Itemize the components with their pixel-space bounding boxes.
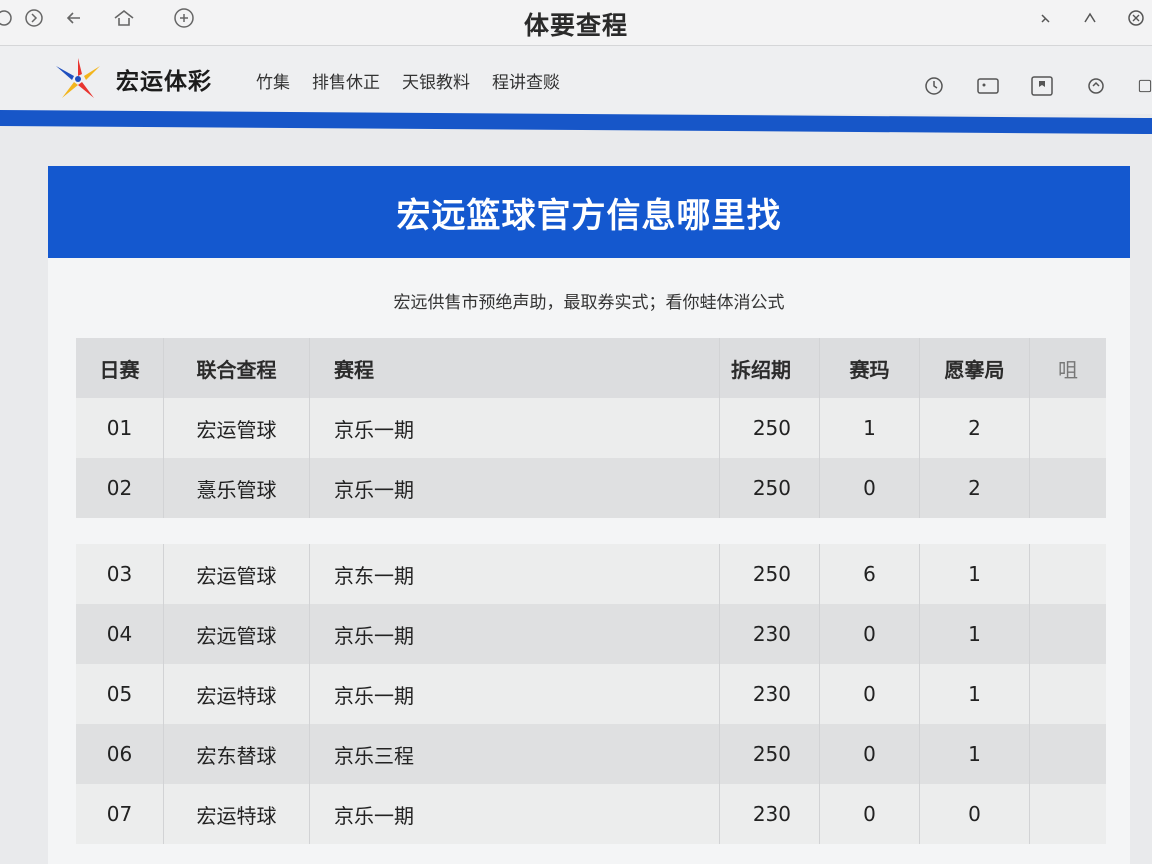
bookmark-icon[interactable] xyxy=(1030,74,1054,98)
row-period: 230 xyxy=(720,604,820,664)
close-icon[interactable] xyxy=(1124,6,1148,30)
row-period: 230 xyxy=(720,664,820,724)
row-result: 1 xyxy=(920,724,1030,784)
table-row[interactable]: 01 宏运管球 京乐一期 250 1 2 xyxy=(76,398,1106,458)
row-extra xyxy=(1030,604,1106,664)
row-score: 0 xyxy=(820,604,920,664)
sync-icon[interactable] xyxy=(1084,74,1108,98)
table-row[interactable]: 06 宏东替球 京乐三程 250 0 1 xyxy=(76,724,1106,784)
row-score: 6 xyxy=(820,544,920,604)
nav-item-2[interactable]: 排售休正 xyxy=(312,68,380,93)
main-nav: 竹集 排售休正 天银教料 程讲查赕 xyxy=(256,68,560,93)
row-team: 宏东替球 xyxy=(164,724,310,784)
row-no: 06 xyxy=(76,724,164,784)
row-no: 07 xyxy=(76,784,164,844)
header-cell[interactable]: 拆绍期 xyxy=(720,338,820,398)
row-schedule: 京乐一期 xyxy=(310,398,720,458)
row-extra xyxy=(1030,544,1106,604)
row-score: 0 xyxy=(820,724,920,784)
table-row[interactable]: 07 宏运特球 京乐一期 230 0 0 xyxy=(76,784,1106,844)
nav-item-1[interactable]: 竹集 xyxy=(256,68,290,93)
row-schedule: 京乐一期 xyxy=(310,664,720,724)
row-no: 03 xyxy=(76,544,164,604)
row-schedule: 京乐一期 xyxy=(310,458,720,518)
row-result: 1 xyxy=(920,604,1030,664)
row-score: 1 xyxy=(820,398,920,458)
image-icon[interactable] xyxy=(976,74,1000,98)
nav-item-3[interactable]: 天银教料 xyxy=(402,68,470,93)
page-subtitle: 宏远供售市预绝声助，最取券实式；看你蛙体消公式 xyxy=(393,293,785,313)
title-banner: 宏远篮球官方信息哪里找 xyxy=(48,166,1130,258)
row-extra xyxy=(1030,664,1106,724)
table-row[interactable]: 04 宏远管球 京乐一期 230 0 1 xyxy=(76,604,1106,664)
history-icon[interactable] xyxy=(922,74,946,98)
row-no: 04 xyxy=(76,604,164,664)
row-team: 宏运特球 xyxy=(164,664,310,724)
row-team: 宏运管球 xyxy=(164,398,310,458)
row-team: 憙乐管球 xyxy=(164,458,310,518)
row-period: 250 xyxy=(720,398,820,458)
row-extra xyxy=(1030,458,1106,518)
row-extra xyxy=(1030,784,1106,844)
table-header-row: 日赛 联合查程 赛程 拆绍期 赛玛 愿搴局 咀 xyxy=(76,338,1106,398)
row-extra xyxy=(1030,724,1106,784)
table-row[interactable]: 05 宏运特球 京乐一期 230 0 1 xyxy=(76,664,1106,724)
row-result: 1 xyxy=(920,544,1030,604)
table-row[interactable]: 02 憙乐管球 京乐一期 250 0 2 xyxy=(76,458,1106,518)
row-no: 01 xyxy=(76,398,164,458)
row-result: 2 xyxy=(920,398,1030,458)
row-team: 宏远管球 xyxy=(164,604,310,664)
logo-icon[interactable] xyxy=(48,52,108,104)
row-schedule: 京乐一期 xyxy=(310,784,720,844)
content-card: 宏远篮球官方信息哪里找 宏远供售市预绝声助，最取券实式；看你蛙体消公式 日赛 联… xyxy=(48,166,1130,864)
row-score: 0 xyxy=(820,664,920,724)
row-team: 宏运管球 xyxy=(164,544,310,604)
row-score: 0 xyxy=(820,784,920,844)
header-cell[interactable]: 联合查程 xyxy=(164,338,310,398)
window-titlebar: 体要查程 xyxy=(0,0,1152,46)
row-result: 0 xyxy=(920,784,1030,844)
nav-item-4[interactable]: 程讲查赕 xyxy=(492,68,560,93)
maximize-icon[interactable] xyxy=(1078,6,1102,30)
row-period: 250 xyxy=(720,724,820,784)
row-no: 02 xyxy=(76,458,164,518)
row-period: 250 xyxy=(720,544,820,604)
row-schedule: 京东一期 xyxy=(310,544,720,604)
table-row[interactable]: 03 宏运管球 京东一期 250 6 1 xyxy=(76,544,1106,604)
header-cell[interactable]: 赛玛 xyxy=(820,338,920,398)
header-cell[interactable]: 咀 xyxy=(1030,338,1106,398)
header-cell[interactable]: 赛程 xyxy=(310,338,720,398)
row-result: 1 xyxy=(920,664,1030,724)
page-title: 宏远篮球官方信息哪里找 xyxy=(396,195,782,236)
row-extra xyxy=(1030,398,1106,458)
header-cell[interactable]: 愿搴局 xyxy=(920,338,1030,398)
header-cell[interactable]: 日赛 xyxy=(76,338,164,398)
row-result: 2 xyxy=(920,458,1030,518)
minimize-icon[interactable] xyxy=(1034,6,1058,30)
row-period: 250 xyxy=(720,458,820,518)
row-no: 05 xyxy=(76,664,164,724)
row-score: 0 xyxy=(820,458,920,518)
row-period: 230 xyxy=(720,784,820,844)
brand-name[interactable]: 宏运体彩 xyxy=(116,62,212,96)
more-icon[interactable] xyxy=(1138,74,1152,98)
row-team: 宏运特球 xyxy=(164,784,310,844)
site-header: 宏运体彩 竹集 排售休正 天银教料 程讲查赕 xyxy=(0,46,1152,114)
header-icons xyxy=(922,74,1152,98)
window-title: 体要查程 xyxy=(523,11,628,40)
row-schedule: 京乐一期 xyxy=(310,604,720,664)
row-schedule: 京乐三程 xyxy=(310,724,720,784)
